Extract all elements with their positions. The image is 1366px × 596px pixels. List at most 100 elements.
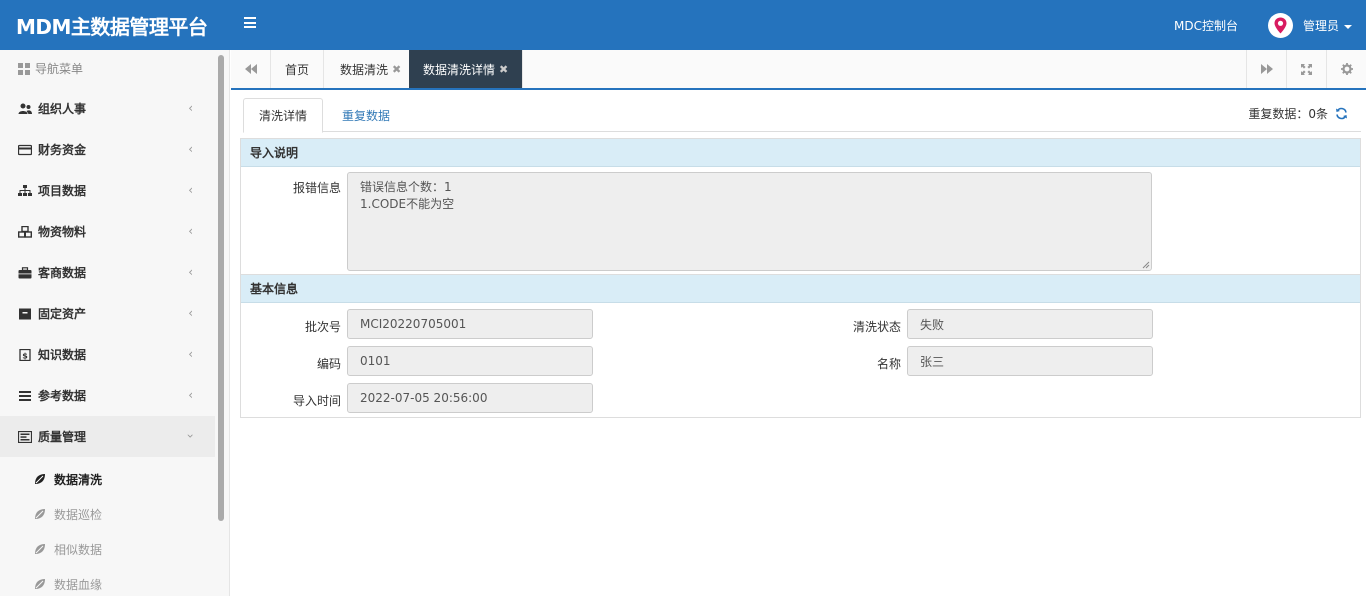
sitemap-icon xyxy=(18,184,32,196)
clean-status-field[interactable]: 失败 xyxy=(907,309,1153,339)
chevron-left-icon: ‹ xyxy=(188,183,193,197)
sidebar-item-label: 物资物料 xyxy=(38,225,87,239)
main-content: 清洗详情 重复数据 重复数据：0条 导入说明 报错信息 错误信息个数：1 1.C… xyxy=(231,90,1366,596)
sidebar-item-quality[interactable]: 质量管理 › xyxy=(0,416,215,457)
mdc-console-link[interactable]: MDC控制台 xyxy=(1174,17,1238,34)
sidebar-item-finance[interactable]: 财务资金 ‹ xyxy=(0,129,215,170)
sidebar-subitem-inspection[interactable]: 数据巡检 xyxy=(34,504,102,524)
close-icon[interactable]: ✖ xyxy=(392,63,401,76)
resize-grip-icon[interactable] xyxy=(1142,261,1150,269)
user-menu[interactable]: 管理员 xyxy=(1303,17,1353,34)
nav-heading-label: 导航菜单 xyxy=(35,62,84,76)
chevron-left-icon: ‹ xyxy=(188,224,193,238)
users-icon xyxy=(18,103,32,114)
error-line: 错误信息个数：1 xyxy=(360,180,452,194)
subtab-label: 重复数据 xyxy=(342,109,391,123)
archive-icon xyxy=(19,308,31,319)
svg-text:$: $ xyxy=(22,351,28,360)
tab-label: 首页 xyxy=(285,62,310,77)
sidebar-item-label: 项目数据 xyxy=(38,184,87,198)
subtab-cleaning-detail[interactable]: 清洗详情 xyxy=(243,98,324,133)
expand-icon xyxy=(1301,63,1312,75)
refresh-icon[interactable] xyxy=(1335,107,1348,120)
sidebar-item-project[interactable]: 项目数据 ‹ xyxy=(0,170,215,211)
sidebar-item-reference[interactable]: 参考数据 ‹ xyxy=(0,375,215,416)
duplicate-count-label: 重复数据：0条 xyxy=(1248,107,1328,121)
fullscreen-button[interactable] xyxy=(1286,50,1326,88)
top-header: MDM主数据管理平台 MDC控制台 管理员 xyxy=(0,0,1366,50)
chevron-left-icon: ‹ xyxy=(188,142,193,156)
avatar[interactable] xyxy=(1268,13,1293,38)
batch-number-field[interactable]: MCI20220705001 xyxy=(347,309,593,339)
caret-down-icon xyxy=(1344,24,1353,29)
tab-data-cleaning[interactable]: 数据清洗 ✖ xyxy=(326,50,417,88)
sidebar-subitem-lineage[interactable]: 数据血缘 xyxy=(34,574,102,594)
chevron-left-icon: ‹ xyxy=(188,265,193,279)
import-time-field[interactable]: 2022-07-05 20:56:00 xyxy=(347,383,593,413)
tab-scroll-left-button[interactable] xyxy=(231,50,271,88)
sidebar-item-knowledge[interactable]: $ 知识数据 ‹ xyxy=(0,334,215,375)
subtab-duplicate-data[interactable]: 重复数据 xyxy=(327,98,405,133)
sidebar-item-merchant[interactable]: 客商数据 ‹ xyxy=(0,252,215,293)
basic-info-panel-title: 基本信息 xyxy=(241,275,1360,303)
code-field[interactable]: 0101 xyxy=(347,346,593,376)
tab-home[interactable]: 首页 xyxy=(271,50,325,88)
menu-toggle-icon[interactable] xyxy=(244,17,256,30)
sidebar-item-assets[interactable]: 固定资产 ‹ xyxy=(0,293,215,334)
chevron-left-icon: ‹ xyxy=(188,306,193,320)
tab-actions xyxy=(1246,50,1366,88)
page-tabbar: 首页 数据清洗 ✖ 数据清洗详情 ✖ xyxy=(231,50,1366,90)
error-info-textarea[interactable]: 错误信息个数：1 1.CODE不能为空 xyxy=(347,172,1152,271)
sidebar-item-label: 财务资金 xyxy=(38,143,87,157)
import-panel-title: 导入说明 xyxy=(241,139,1360,167)
sidebar-subitem-label: 数据清洗 xyxy=(54,472,103,487)
batch-number-label: 批次号 xyxy=(304,320,341,334)
sidebar-item-label: 参考数据 xyxy=(38,389,87,403)
code-label: 编码 xyxy=(316,357,341,371)
sidebar-subitem-similar[interactable]: 相似数据 xyxy=(34,539,102,559)
sidebar-subitem-label: 相似数据 xyxy=(54,542,103,557)
user-name: 管理员 xyxy=(1303,19,1340,33)
sidebar-item-label: 组织人事 xyxy=(38,102,87,116)
app-title: MDM主数据管理平台 xyxy=(16,15,208,39)
tab-settings-button[interactable] xyxy=(1326,50,1366,88)
sidebar-item-label: 客商数据 xyxy=(38,266,87,280)
leaf-icon xyxy=(35,474,45,484)
grid-icon xyxy=(18,62,30,75)
sidebar-item-materials[interactable]: 物资物料 ‹ xyxy=(0,211,215,252)
chevron-left-icon: ‹ xyxy=(188,347,193,361)
tab-scroll-right-button[interactable] xyxy=(1246,50,1286,88)
sidebar-item-org[interactable]: 组织人事 ‹ xyxy=(0,88,215,129)
sidebar-subitem-cleaning[interactable]: 数据清洗 xyxy=(34,469,102,489)
sidebar: 导航菜单 组织人事 ‹ 财务资金 ‹ 项目数据 ‹ 物资物料 ‹ 客商数据 ‹ … xyxy=(0,50,230,596)
leaf-icon xyxy=(35,509,45,519)
basic-info-panel: 基本信息 批次号 MCI20220705001 清洗状态 失败 编码 0101 … xyxy=(240,274,1361,418)
forward-icon xyxy=(1260,64,1273,74)
sidebar-item-label: 知识数据 xyxy=(38,348,87,362)
name-field[interactable]: 张三 xyxy=(907,346,1153,376)
name-label: 名称 xyxy=(876,357,901,371)
detail-subtabs: 清洗详情 重复数据 xyxy=(243,98,1361,133)
error-info-label: 报错信息 xyxy=(292,181,341,195)
book-icon: $ xyxy=(19,348,31,361)
sidebar-subitem-label: 数据血缘 xyxy=(54,577,103,592)
credit-card-icon xyxy=(18,144,32,155)
tab-label: 数据清洗详情 xyxy=(423,62,496,77)
chevron-left-icon: ‹ xyxy=(188,101,193,115)
tasks-icon xyxy=(18,430,32,443)
close-icon[interactable]: ✖ xyxy=(499,63,508,76)
import-panel: 导入说明 报错信息 错误信息个数：1 1.CODE不能为空 xyxy=(240,138,1361,275)
leaf-icon xyxy=(35,579,45,589)
tab-data-cleaning-detail[interactable]: 数据清洗详情 ✖ xyxy=(409,50,524,88)
list-icon xyxy=(19,390,31,401)
sidebar-subitem-label: 数据巡检 xyxy=(54,507,103,522)
sidebar-item-label: 质量管理 xyxy=(38,430,87,444)
duplicate-count: 重复数据：0条 xyxy=(1248,105,1348,122)
briefcase-icon xyxy=(18,266,32,278)
cubes-icon xyxy=(18,225,32,238)
chevron-left-icon: ‹ xyxy=(188,388,193,402)
map-pin-icon xyxy=(1274,17,1287,34)
sidebar-scrollbar[interactable] xyxy=(218,55,224,521)
sidebar-item-label: 固定资产 xyxy=(38,307,87,321)
error-line: 1.CODE不能为空 xyxy=(360,197,455,211)
